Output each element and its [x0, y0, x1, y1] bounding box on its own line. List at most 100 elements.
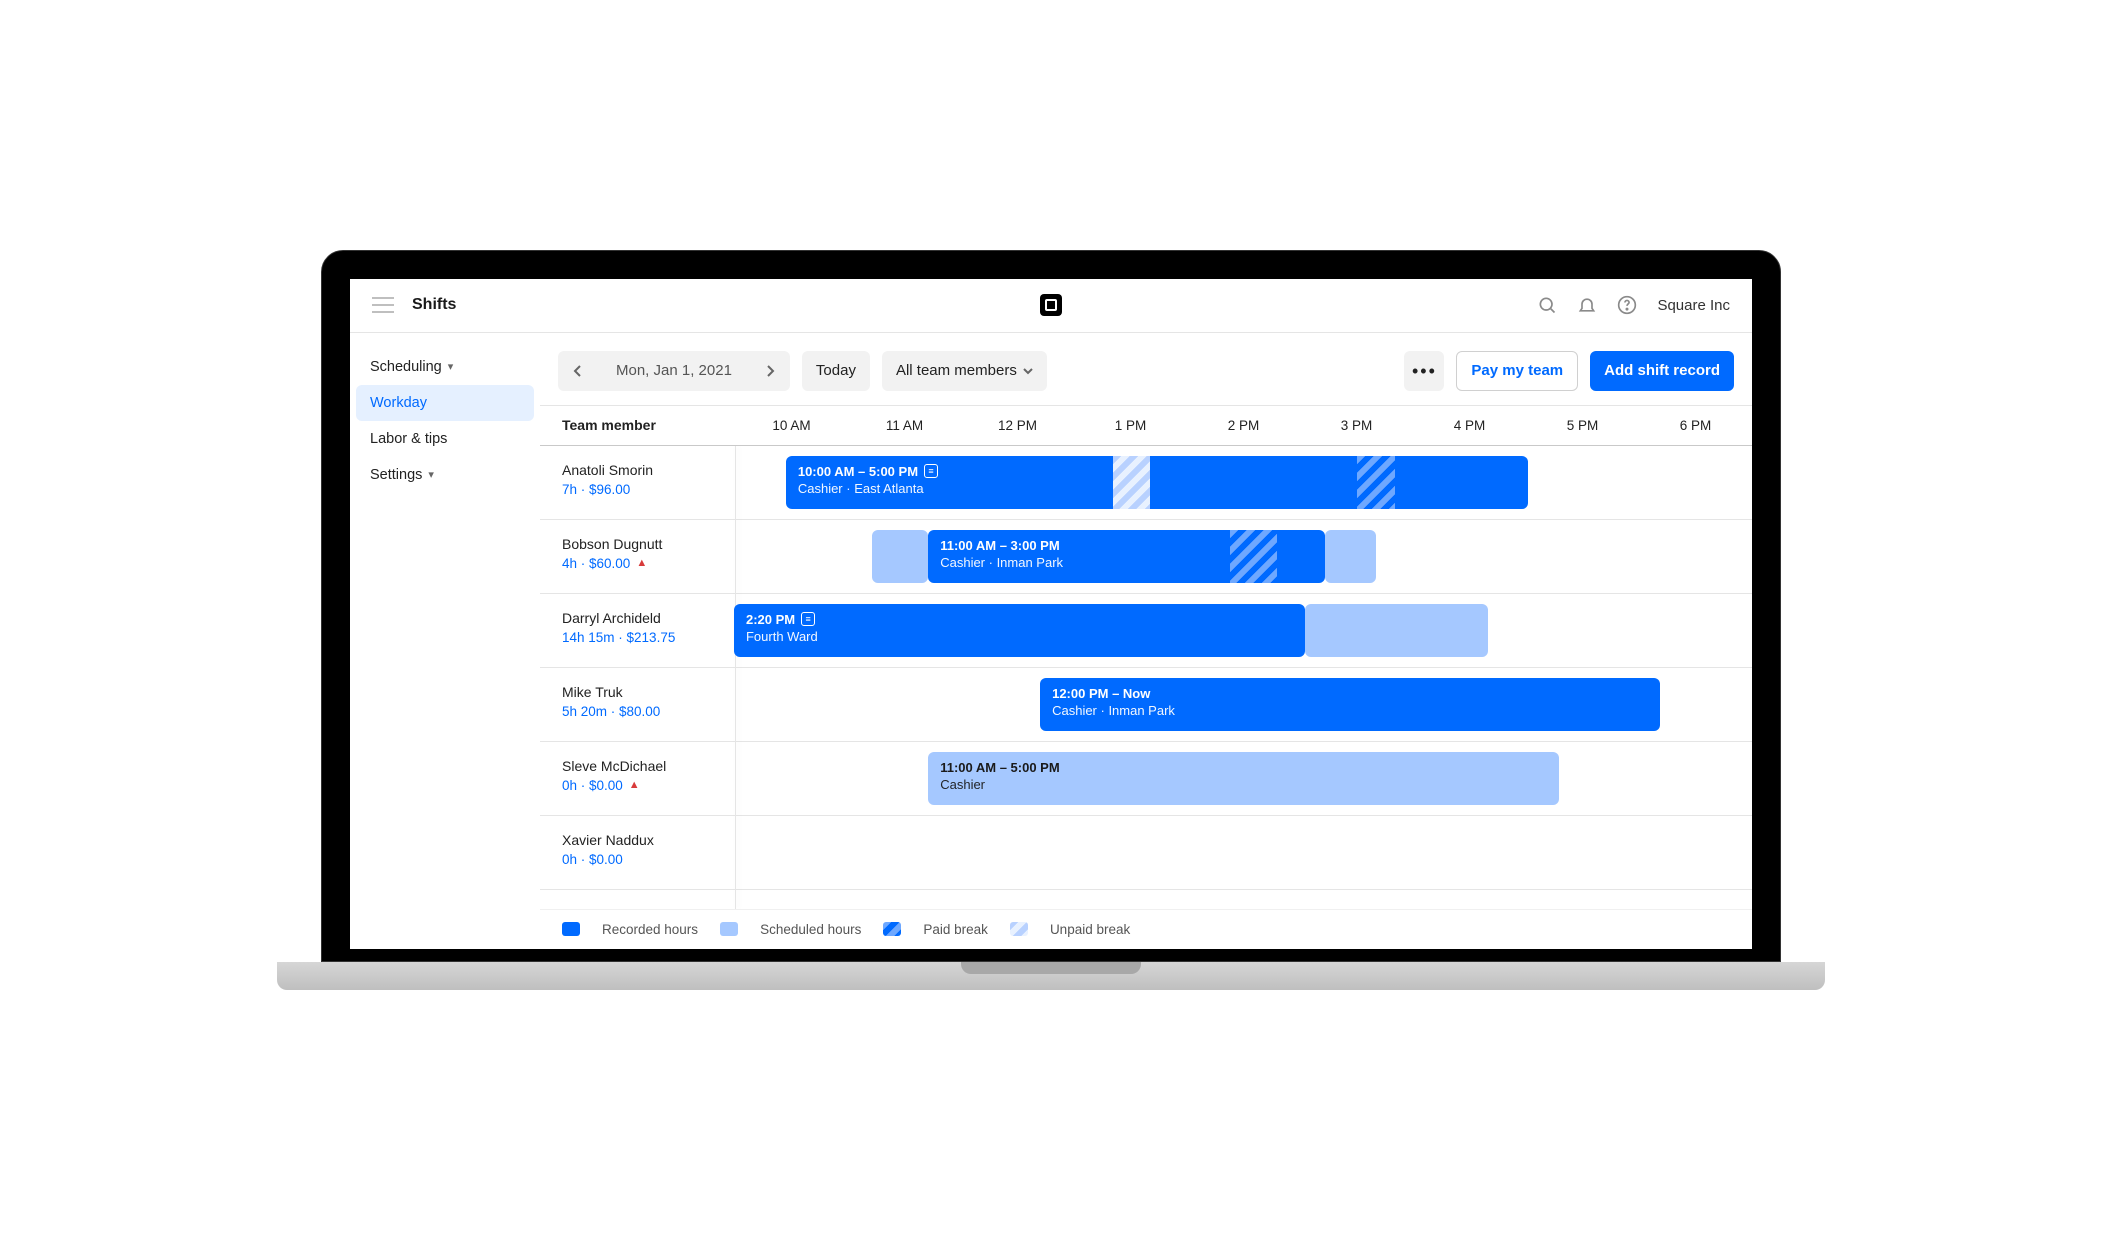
timeline-lane: [735, 816, 1752, 889]
org-name[interactable]: Square Inc: [1657, 297, 1730, 314]
prev-day-button[interactable]: [558, 351, 598, 391]
shift-block[interactable]: 10:00 AM – 5:00 PM ≡ Cashier · East Atlant…: [786, 456, 1528, 509]
legend-swatch-scheduled: [720, 922, 738, 936]
sidebar-item-workday[interactable]: Workday: [356, 385, 534, 421]
shift-block[interactable]: 11:00 AM – 3:00 PMCashier · Inman Park: [928, 530, 1325, 583]
legend-swatch-recorded: [562, 922, 580, 936]
paid-break-segment: [1230, 530, 1278, 583]
unpaid-break-segment: [1113, 456, 1150, 509]
member-name: Bobson Dugnutt: [562, 536, 729, 552]
sidebar-item-scheduling[interactable]: Scheduling▾: [350, 349, 540, 385]
shift-block[interactable]: [1305, 604, 1488, 657]
member-name: Sleve McDichael: [562, 758, 729, 774]
sidebar-item-labor-tips[interactable]: Labor & tips: [350, 421, 540, 457]
shift-block[interactable]: 11:00 AM – 5:00 PM Cashier: [928, 752, 1559, 805]
schedule-grid: Team member 10 AM11 AM12 PM1 PM2 PM3 PM4…: [540, 405, 1752, 949]
member-name: Xavier Naddux: [562, 832, 729, 848]
menu-icon[interactable]: [372, 294, 394, 316]
chevron-down-icon: ▾: [428, 468, 434, 481]
hour-label: 4 PM: [1413, 418, 1526, 433]
schedule-row: Anatoli Smorin 7h · $96.00 10:00 AM – 5:00…: [540, 446, 1752, 520]
member-summary: 4h · $60.00▲: [562, 556, 729, 571]
warning-icon: ▲: [636, 557, 647, 569]
member-summary: 7h · $96.00: [562, 482, 729, 497]
pay-team-button[interactable]: Pay my team: [1456, 351, 1578, 391]
date-picker: Mon, Jan 1, 2021: [558, 351, 790, 391]
shift-subtitle: Fourth Ward: [746, 629, 1293, 644]
bell-icon[interactable]: [1577, 295, 1597, 315]
today-button[interactable]: Today: [802, 351, 870, 391]
member-name: Darryl Archideld: [562, 610, 729, 626]
shift-subtitle: Cashier · East Atlanta: [798, 481, 1516, 496]
timeline-lane: 11:00 AM – 5:00 PM Cashier: [735, 742, 1752, 815]
shift-time: 10:00 AM – 5:00 PM: [798, 464, 918, 479]
member-name: Mike Truk: [562, 684, 729, 700]
sidebar-item-label: Settings: [370, 467, 422, 483]
timeline-lane: 11:00 AM – 3:00 PMCashier · Inman Park: [735, 520, 1752, 593]
hour-label: 12 PM: [961, 418, 1074, 433]
hour-label: 6 PM: [1639, 418, 1752, 433]
square-logo-icon: [1040, 294, 1062, 316]
search-icon[interactable]: [1537, 295, 1557, 315]
sidebar-item-label: Workday: [370, 395, 427, 411]
member-summary: 14h 15m · $213.75: [562, 630, 729, 645]
timeline-lane: 12:00 PM – Now Cashier · Inman Park: [735, 668, 1752, 741]
hour-label: 2 PM: [1187, 418, 1300, 433]
hour-label: 10 AM: [735, 418, 848, 433]
sidebar-item-settings[interactable]: Settings ▾: [350, 457, 540, 493]
column-header-name: Team member: [540, 417, 735, 433]
shift-time: 11:00 AM – 5:00 PM: [940, 760, 1059, 775]
legend-swatch-paid: [883, 922, 901, 936]
legend-paid: Paid break: [923, 922, 988, 937]
team-member-cell[interactable]: Sleve McDichael 0h · $0.00▲: [540, 742, 735, 815]
shift-time: 11:00 AM – 3:00 PM: [940, 538, 1059, 553]
member-name: Anatoli Smorin: [562, 462, 729, 478]
hour-label: 1 PM: [1074, 418, 1187, 433]
content-area: Mon, Jan 1, 2021 Today All team members …: [540, 333, 1752, 949]
date-label[interactable]: Mon, Jan 1, 2021: [598, 351, 750, 391]
schedule-row: Xavier Naddux 0h · $0.00: [540, 816, 1752, 890]
team-member-cell[interactable]: Darryl Archideld 14h 15m · $213.75: [540, 594, 735, 667]
shift-block[interactable]: [1325, 530, 1376, 583]
more-menu-button[interactable]: •••: [1404, 351, 1444, 391]
shift-subtitle: Cashier · Inman Park: [1052, 703, 1648, 718]
next-day-button[interactable]: [750, 351, 790, 391]
timeline-lane: 2:20 PM ≡ Fourth Ward: [735, 594, 1752, 667]
sidebar-item-label: Labor & tips: [370, 431, 447, 447]
team-member-cell[interactable]: Xavier Naddux 0h · $0.00: [540, 816, 735, 889]
toolbar: Mon, Jan 1, 2021 Today All team members …: [540, 333, 1752, 405]
hour-label: 5 PM: [1526, 418, 1639, 433]
schedule-row: Darryl Archideld 14h 15m · $213.75 2:20 PM…: [540, 594, 1752, 668]
legend-scheduled: Scheduled hours: [760, 922, 861, 937]
shift-block[interactable]: 2:20 PM ≡ Fourth Ward: [734, 604, 1305, 657]
note-icon: ≡: [924, 464, 938, 478]
shift-time: 2:20 PM: [746, 612, 795, 627]
shift-time: 12:00 PM – Now: [1052, 686, 1150, 701]
legend-recorded: Recorded hours: [602, 922, 698, 937]
team-filter-label: All team members: [896, 362, 1017, 379]
chevron-down-icon: ▾: [448, 360, 454, 373]
team-member-cell[interactable]: Bobson Dugnutt 4h · $60.00▲: [540, 520, 735, 593]
warning-icon: ▲: [629, 779, 640, 791]
member-summary: 5h 20m · $80.00: [562, 704, 729, 719]
team-filter-dropdown[interactable]: All team members: [882, 351, 1047, 391]
app-title: Shifts: [412, 296, 456, 314]
schedule-row: Bobson Dugnutt 4h · $60.00▲ 11:00 AM – 3:0…: [540, 520, 1752, 594]
shift-block[interactable]: 12:00 PM – Now Cashier · Inman Park: [1040, 678, 1660, 731]
add-shift-button[interactable]: Add shift record: [1590, 351, 1734, 391]
member-summary: 0h · $0.00: [562, 852, 729, 867]
hour-label: 3 PM: [1300, 418, 1413, 433]
member-summary: 0h · $0.00▲: [562, 778, 729, 793]
note-icon: ≡: [801, 612, 815, 626]
chevron-down-icon: [1023, 367, 1033, 375]
shift-subtitle: Cashier: [940, 777, 1547, 792]
help-icon[interactable]: [1617, 295, 1637, 315]
team-member-cell[interactable]: Anatoli Smorin 7h · $96.00: [540, 446, 735, 519]
team-member-cell[interactable]: Mike Truk 5h 20m · $80.00: [540, 668, 735, 741]
legend: Recorded hours Scheduled hours Paid brea…: [540, 909, 1752, 949]
shift-block[interactable]: [872, 530, 928, 583]
hour-label: 11 AM: [848, 418, 961, 433]
app-header: Shifts Square Inc: [350, 279, 1752, 333]
legend-swatch-unpaid: [1010, 922, 1028, 936]
schedule-row: Sleve McDichael 0h · $0.00▲ 11:00 AM – 5:0…: [540, 742, 1752, 816]
